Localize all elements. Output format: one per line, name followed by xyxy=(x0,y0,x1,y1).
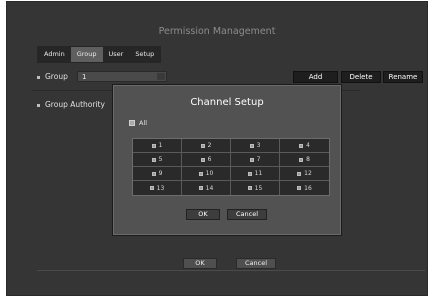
checkbox-icon xyxy=(200,143,205,148)
channel-checkbox-10[interactable]: 10 xyxy=(182,167,231,181)
dialog-cancel-button[interactable]: Cancel xyxy=(227,209,267,220)
checkbox-icon xyxy=(297,171,302,176)
group-label: Group xyxy=(45,72,68,81)
channel-label: 9 xyxy=(158,170,163,177)
channel-label: 12 xyxy=(304,170,312,177)
channel-checkbox-15[interactable]: 15 xyxy=(231,181,280,195)
checkbox-icon xyxy=(299,157,304,162)
channel-checkbox-4[interactable]: 4 xyxy=(280,139,329,153)
channel-checkbox-12[interactable]: 12 xyxy=(280,167,329,181)
channel-label: 16 xyxy=(304,184,312,192)
channel-checkbox-7[interactable]: 7 xyxy=(231,153,280,167)
footer-divider xyxy=(37,270,425,271)
checkbox-icon xyxy=(200,157,205,162)
checkbox-icon xyxy=(297,186,302,190)
group-authority-label: Group Authority xyxy=(45,100,105,109)
channel-checkbox-2[interactable]: 2 xyxy=(182,139,231,153)
rename-button[interactable]: Rename xyxy=(383,71,423,83)
channel-checkbox-16[interactable]: 16 xyxy=(280,181,329,195)
channel-checkbox-3[interactable]: 3 xyxy=(231,139,280,153)
chevron-down-icon[interactable] xyxy=(157,73,165,80)
channel-checkbox-5[interactable]: 5 xyxy=(133,153,182,167)
tab-user[interactable]: User xyxy=(103,47,130,62)
tab-bar: Admin Group User Setup xyxy=(37,46,162,63)
checkbox-icon xyxy=(249,157,254,162)
cancel-button[interactable]: Cancel xyxy=(236,258,276,269)
group-select[interactable]: 1 xyxy=(77,71,167,82)
channel-label: 15 xyxy=(254,184,263,192)
checkbox-icon xyxy=(247,171,252,176)
channel-label: 7 xyxy=(256,156,261,163)
group-authority-row-label: Group Authority xyxy=(37,100,105,109)
tab-group[interactable]: Group xyxy=(70,47,103,62)
channel-checkbox-13[interactable]: 13 xyxy=(133,181,182,195)
group-row-label: Group xyxy=(37,72,68,81)
screen-title: Permission Management xyxy=(158,26,276,37)
checkbox-icon xyxy=(151,171,156,176)
checkbox-icon xyxy=(247,186,252,190)
tab-setup[interactable]: Setup xyxy=(129,47,160,62)
checkbox-icon xyxy=(198,186,203,190)
channel-grid: 1 2 3 4 5 6 7 8 9 10 11 12 13 14 15 16 xyxy=(132,138,330,196)
all-channels-checkbox[interactable]: All xyxy=(129,119,147,127)
add-button[interactable]: Add xyxy=(293,71,338,83)
all-label: All xyxy=(139,119,148,127)
channel-checkbox-11[interactable]: 11 xyxy=(231,167,280,181)
channel-label: 14 xyxy=(205,184,214,192)
ok-button[interactable]: OK xyxy=(183,258,217,269)
channel-label: 6 xyxy=(207,156,212,163)
channel-label: 5 xyxy=(158,156,163,163)
checkbox-icon xyxy=(151,143,156,148)
channel-label: 11 xyxy=(254,170,263,177)
checkbox-icon xyxy=(198,171,203,176)
checkbox-icon xyxy=(129,120,135,126)
group-select-value: 1 xyxy=(82,73,87,81)
channel-label: 3 xyxy=(256,142,261,149)
delete-button[interactable]: Delete xyxy=(341,71,381,83)
channel-label: 4 xyxy=(306,142,310,149)
channel-setup-dialog: Channel Setup All 1 2 3 4 5 6 7 8 9 10 1… xyxy=(112,84,342,236)
channel-label: 10 xyxy=(205,170,214,177)
channel-checkbox-9[interactable]: 9 xyxy=(133,167,182,181)
channel-label: 8 xyxy=(306,156,310,163)
bullet-icon xyxy=(37,75,40,79)
channel-label: 1 xyxy=(158,142,163,149)
channel-checkbox-8[interactable]: 8 xyxy=(280,153,329,167)
channel-checkbox-1[interactable]: 1 xyxy=(133,139,182,153)
tab-admin[interactable]: Admin xyxy=(38,47,71,62)
checkbox-icon xyxy=(151,157,156,162)
channel-checkbox-6[interactable]: 6 xyxy=(182,153,231,167)
channel-label: 2 xyxy=(207,142,212,149)
bullet-icon xyxy=(37,103,40,107)
channel-label: 13 xyxy=(156,184,165,192)
checkbox-icon xyxy=(249,143,254,148)
checkbox-icon xyxy=(149,186,154,190)
dialog-ok-button[interactable]: OK xyxy=(186,209,220,220)
channel-checkbox-14[interactable]: 14 xyxy=(182,181,231,195)
checkbox-icon xyxy=(299,143,304,148)
dialog-title: Channel Setup xyxy=(190,97,264,108)
